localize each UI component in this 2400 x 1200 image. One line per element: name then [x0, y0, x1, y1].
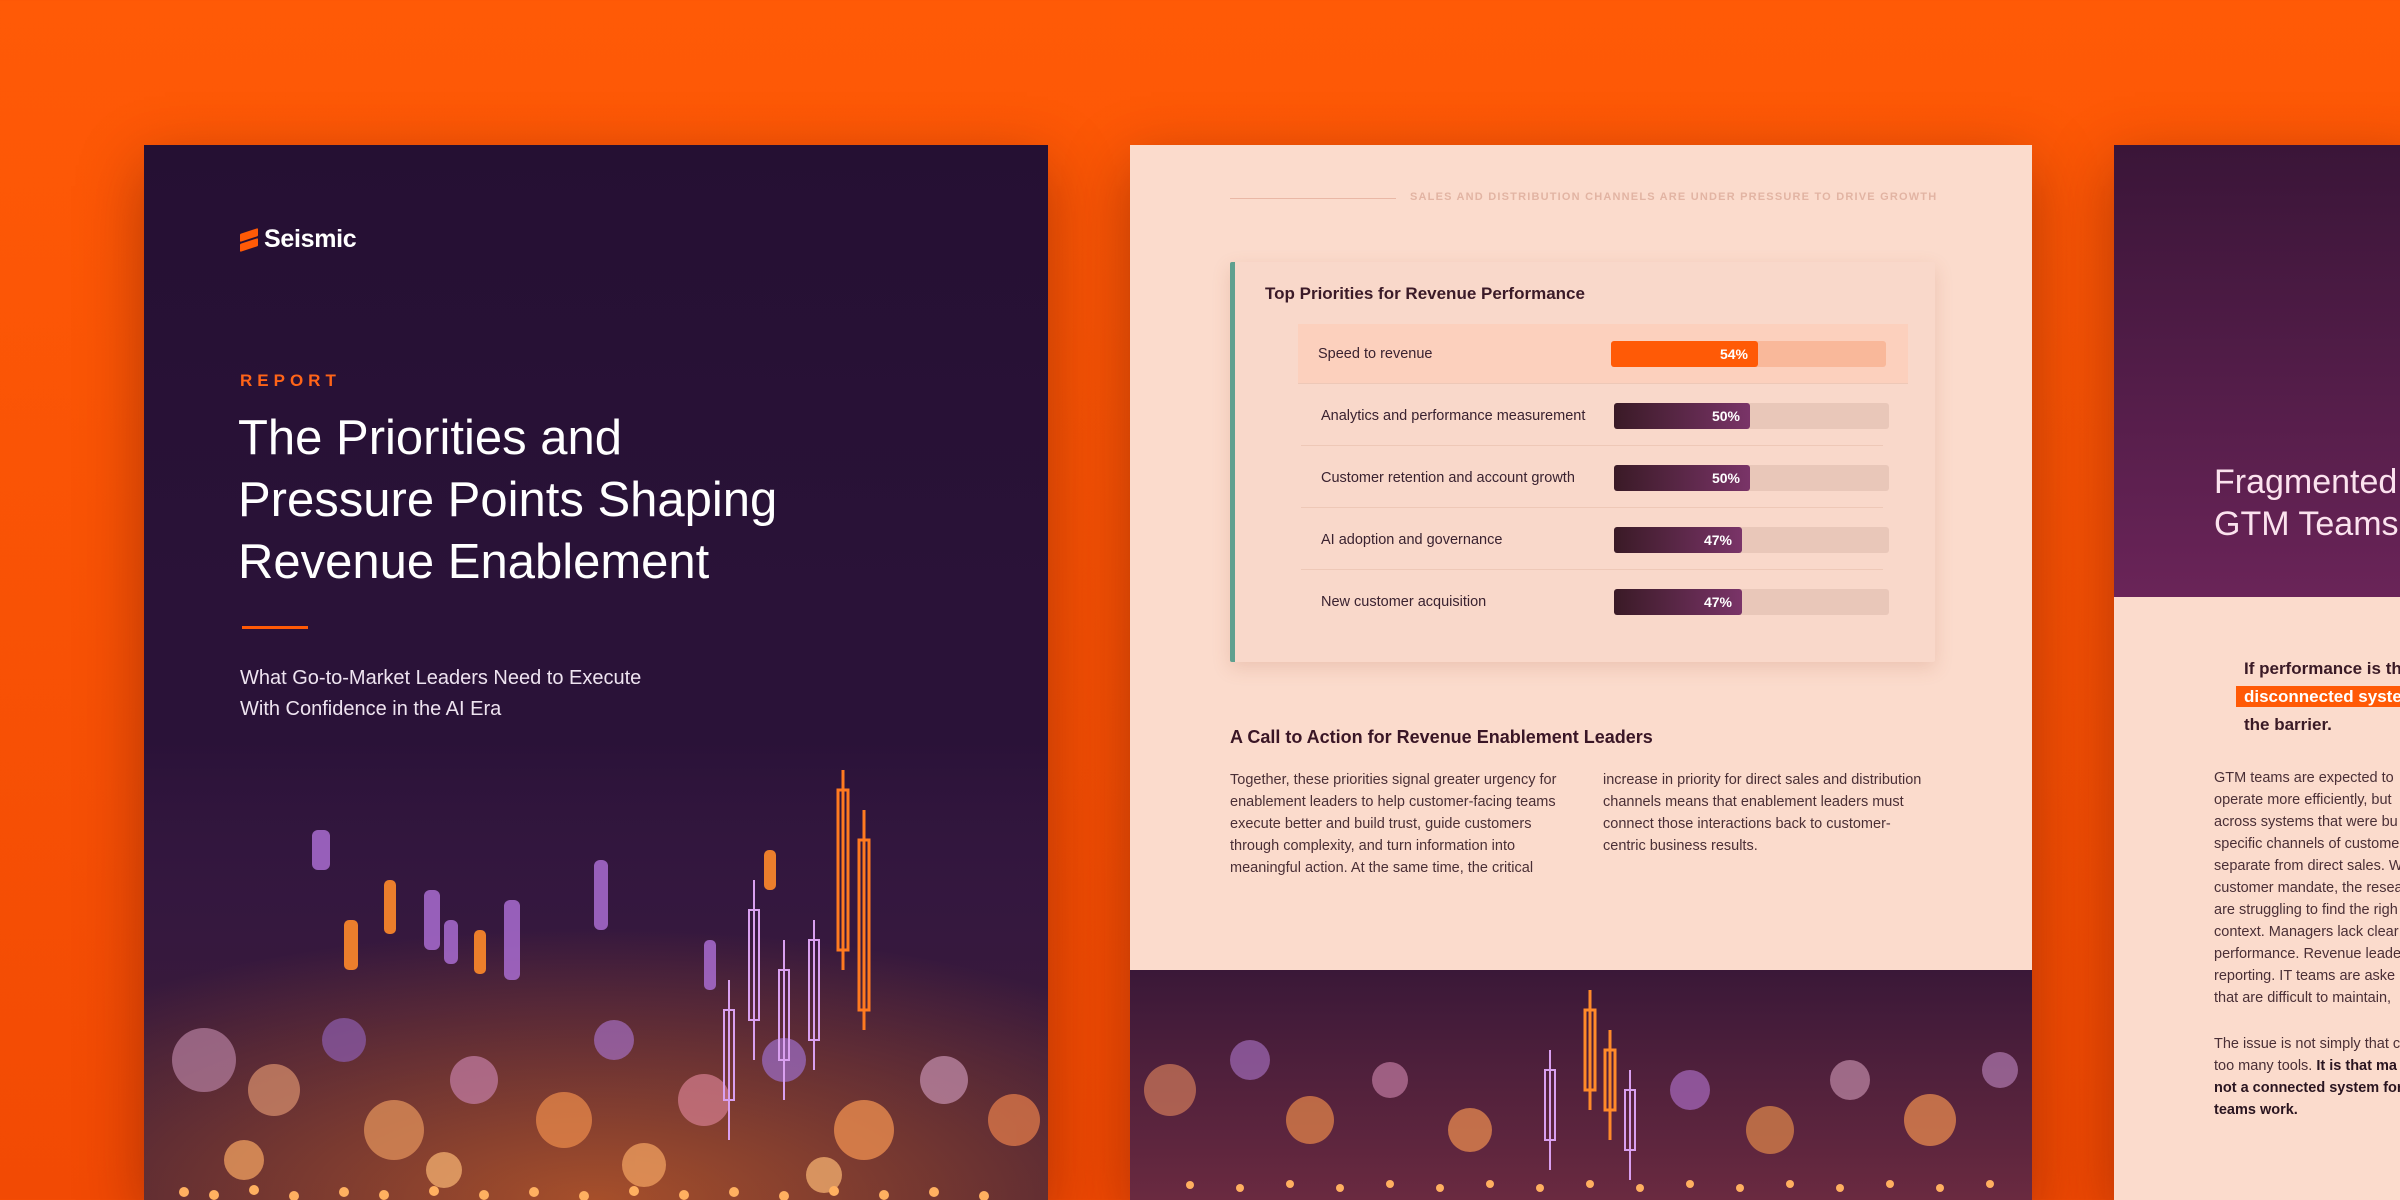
text-line: channels means that enablement leaders m… — [1603, 794, 1904, 810]
bar-track: 50% — [1614, 465, 1889, 491]
bar-fill: 54% — [1611, 341, 1758, 367]
city-bokeh-image — [1130, 970, 2032, 1200]
bar-value: 50% — [1711, 408, 1740, 424]
bar-track: 54% — [1611, 341, 1886, 367]
text-run-bold: teams work. — [2214, 1102, 2298, 1118]
bar-value: 54% — [1719, 346, 1748, 362]
report-cover-page: Seismic REPORT The Priorities and Pressu… — [144, 145, 1048, 1200]
cover-title-line: Pressure Points Shaping — [238, 473, 778, 527]
bar-track: 50% — [1614, 403, 1889, 429]
text-line: context. Managers lack clear — [2214, 924, 2399, 940]
bar-fill: 47% — [1614, 527, 1742, 553]
logo-text: Seismic — [264, 225, 357, 253]
text-line: operate more efficiently, but — [2214, 792, 2392, 808]
cta-column-left: Together, these priorities signal greate… — [1230, 769, 1565, 879]
text-line: increase in priority for direct sales an… — [1603, 772, 1922, 788]
row-label: Speed to revenue — [1318, 346, 1433, 362]
text-line: meaningful action. At the same time, the… — [1230, 860, 1534, 876]
chart-row: New customer acquisition 47% — [1301, 572, 1889, 632]
cover-subtitle: What Go-to-Market Leaders Need to Execut… — [240, 663, 760, 725]
text-line: specific channels of custome — [2214, 836, 2400, 852]
section-title-line: GTM Teams — [2214, 505, 2399, 543]
bar-fill: 50% — [1614, 403, 1750, 429]
cover-title-line: The Priorities and — [238, 411, 623, 465]
cover-subtitle-line: What Go-to-Market Leaders Need to Execut… — [240, 667, 642, 689]
section-title-line: Fragmented — [2214, 463, 2398, 501]
row-label: AI adoption and governance — [1321, 532, 1503, 548]
body-paragraph: GTM teams are expected to operate more e… — [2214, 767, 2400, 1009]
row-divider — [1301, 569, 1883, 570]
section-banner: Fragmented GTM Teams — [2114, 145, 2400, 597]
chart-row: Speed to revenue 54% — [1298, 324, 1908, 384]
quote-highlight: disconnected syste — [2236, 686, 2400, 707]
bar-value: 47% — [1703, 594, 1732, 610]
text-line: across systems that were bu — [2214, 814, 2398, 830]
chart-title: Top Priorities for Revenue Performance — [1265, 284, 1585, 303]
text-line: that are difficult to maintain, — [2214, 990, 2392, 1006]
cover-subtitle-line: With Confidence in the AI Era — [240, 698, 502, 720]
text-run: too many tools. — [2214, 1058, 2317, 1074]
title-divider — [242, 626, 308, 629]
chart-row: Customer retention and account growth 50% — [1301, 448, 1889, 508]
bar-track: 47% — [1614, 527, 1889, 553]
text-line: performance. Revenue leade — [2214, 946, 2400, 962]
bar-fill: 50% — [1614, 465, 1750, 491]
bar-value: 47% — [1703, 532, 1732, 548]
text-line: connect those interactions back to custo… — [1603, 816, 1891, 832]
header-rule — [1230, 198, 1396, 199]
row-label: Analytics and performance measurement — [1321, 408, 1586, 424]
text-line: enablement leaders to help customer-faci… — [1230, 794, 1556, 810]
cover-title-line: Revenue Enablement — [238, 535, 710, 589]
cta-column-right: increase in priority for direct sales an… — [1603, 769, 1938, 857]
pull-quote: If performance is th disconnected syste … — [2236, 655, 2400, 739]
city-bokeh-image — [144, 740, 1048, 1200]
body-paragraph: The issue is not simply that c too many … — [2214, 1033, 2400, 1121]
row-divider — [1301, 507, 1883, 508]
row-divider — [1301, 445, 1883, 446]
row-divider — [1298, 383, 1908, 384]
text-line: Together, these priorities signal greate… — [1230, 772, 1557, 788]
bar-track: 47% — [1614, 589, 1889, 615]
report-inner-page: SALES AND DISTRIBUTION CHANNELS ARE UNDE… — [1130, 145, 2032, 1200]
text-run-bold: It is that ma — [2316, 1058, 2397, 1074]
text-line: separate from direct sales. W — [2214, 858, 2400, 874]
text-line: reporting. IT teams are aske — [2214, 968, 2396, 984]
text-line: are struggling to find the righ — [2214, 902, 2398, 918]
cover-title: The Priorities and Pressure Points Shapi… — [238, 407, 858, 593]
report-eyebrow: REPORT — [240, 371, 341, 390]
seismic-logo-icon — [240, 227, 258, 252]
bar-value: 50% — [1711, 470, 1740, 486]
cta-heading: A Call to Action for Revenue Enablement … — [1230, 727, 1653, 747]
chart-row: Analytics and performance measurement 50% — [1301, 386, 1889, 446]
text-line: customer mandate, the resea — [2214, 880, 2400, 896]
bar-fill: 47% — [1614, 589, 1742, 615]
quote-line: the barrier. — [2244, 715, 2332, 734]
report-next-page: Fragmented GTM Teams If performance is t… — [2114, 145, 2400, 1200]
text-line: centric business results. — [1603, 838, 1758, 854]
quote-line: If performance is th — [2244, 659, 2400, 678]
chart-row: AI adoption and governance 47% — [1301, 510, 1889, 570]
section-header: SALES AND DISTRIBUTION CHANNELS ARE UNDE… — [1410, 191, 1938, 203]
text-run-bold: not a connected system for — [2214, 1080, 2400, 1096]
section-title: Fragmented GTM Teams — [2214, 461, 2400, 545]
text-line: GTM teams are expected to — [2214, 770, 2394, 786]
text-line: through complexity, and turn information… — [1230, 838, 1516, 854]
text-line: execute better and build trust, guide cu… — [1230, 816, 1532, 832]
text-line: The issue is not simply that c — [2214, 1036, 2400, 1052]
row-label: Customer retention and account growth — [1321, 470, 1575, 486]
seismic-logo: Seismic — [240, 225, 357, 254]
row-label: New customer acquisition — [1321, 594, 1487, 610]
priorities-chart-card: Top Priorities for Revenue Performance S… — [1230, 262, 1935, 662]
